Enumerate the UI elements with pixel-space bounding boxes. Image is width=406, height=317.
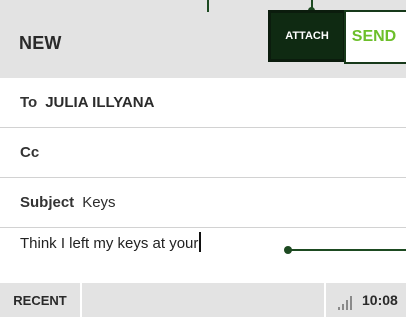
subject-value[interactable]: Keys: [82, 194, 115, 211]
cc-field[interactable]: Cc: [0, 128, 406, 178]
text-cursor: [199, 232, 202, 252]
status-separator: [324, 283, 326, 317]
message-text: Think I left my keys at your: [20, 235, 199, 252]
subject-label: Subject: [20, 194, 75, 211]
body-connector-line: [288, 249, 406, 251]
signal-bars-icon: [338, 292, 358, 310]
send-button[interactable]: SEND: [344, 10, 406, 64]
recent-tab[interactable]: RECENT: [0, 283, 82, 317]
subject-field[interactable]: Subject Keys: [0, 178, 406, 228]
message-body[interactable]: Think I left my keys at your: [20, 232, 202, 252]
cc-label: Cc: [20, 144, 40, 161]
attach-connector-line: [207, 0, 209, 12]
page-title: NEW: [19, 33, 62, 53]
clock-time: 10:08: [362, 292, 398, 308]
to-recipient[interactable]: JULIA ILLYANA: [45, 94, 154, 111]
bottom-bar: RECENT 10:08: [0, 283, 406, 317]
attach-button[interactable]: ATTACH: [268, 10, 346, 62]
to-field[interactable]: To JULIA ILLYANA: [0, 78, 406, 128]
to-label: To: [20, 94, 38, 111]
